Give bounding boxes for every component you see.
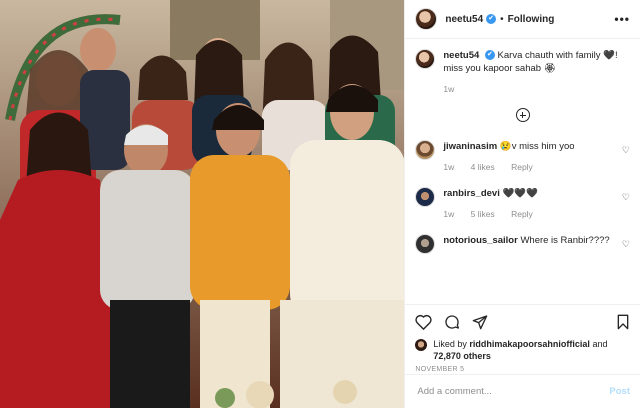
commenter-username[interactable]: notorious_sailor: [443, 235, 517, 246]
post-header: neetu54 ✔ • Following •••: [405, 0, 640, 39]
caption-username[interactable]: neetu54: [443, 50, 479, 61]
comment-meta: 1w 5 likes Reply: [443, 209, 546, 219]
comment-like-heart-icon[interactable]: ♡: [622, 192, 630, 203]
comment-text-block: notorious_sailor Where is Ranbir????: [443, 234, 609, 247]
comment-text: Where is Ranbir????: [520, 235, 610, 246]
verified-badge-icon: ✔: [484, 50, 495, 61]
caption-avatar[interactable]: [415, 49, 436, 69]
heart-icon[interactable]: [415, 314, 433, 330]
comments-area[interactable]: neetu54 ✔ Karva chauth with family 🖤! mi…: [405, 39, 640, 304]
add-comment-bar: Post: [405, 374, 640, 408]
author-username[interactable]: neetu54: [445, 14, 483, 25]
caption-age[interactable]: 1w: [443, 84, 454, 94]
comment-text: 🖤🖤🖤: [502, 188, 539, 199]
comment-age[interactable]: 1w: [443, 209, 454, 219]
share-icon[interactable]: [472, 314, 488, 330]
liker-avatar[interactable]: [415, 339, 428, 351]
post-sidebar: neetu54 ✔ • Following ••• neetu54 ✔ Karv…: [404, 0, 640, 408]
load-more-comments[interactable]: [415, 108, 630, 122]
caption: neetu54 ✔ Karva chauth with family 🖤! mi…: [415, 49, 630, 94]
commenter-username[interactable]: ranbirs_devi: [443, 188, 500, 199]
liker-username[interactable]: riddhimakapoorsahniofficial: [469, 339, 590, 349]
comment-item: jiwaninasim 😢v miss him yoo 1w 4 likes R…: [415, 140, 630, 172]
liked-by-prefix: Liked by: [433, 339, 467, 349]
author-avatar[interactable]: [415, 8, 438, 30]
comment-item: ranbirs_devi 🖤🖤🖤 1w 5 likes Reply ♡: [415, 187, 630, 219]
commenter-avatar[interactable]: [415, 187, 436, 207]
likes-count[interactable]: 72,870 others: [433, 351, 491, 361]
family-photo: [0, 0, 405, 408]
commenter-avatar[interactable]: [415, 234, 436, 254]
comment-text-block: ranbirs_devi 🖤🖤🖤: [443, 187, 546, 200]
post-date[interactable]: NOVEMBER 5: [415, 366, 630, 373]
action-icons: [415, 312, 630, 332]
comment-text: 😢v miss him yoo: [499, 141, 575, 152]
verified-badge-icon: ✔: [486, 14, 497, 24]
comment-item: notorious_sailor Where is Ranbir???? ♡: [415, 234, 630, 254]
reply-button[interactable]: Reply: [511, 209, 533, 219]
liked-by: Liked by riddhimakapoorsahniofficial and…: [415, 338, 630, 362]
comment-meta: 1w 4 likes Reply: [443, 162, 574, 172]
post-actions: Liked by riddhimakapoorsahniofficial and…: [405, 304, 640, 374]
author-info: neetu54 ✔ • Following: [445, 14, 554, 25]
comment-likes[interactable]: 5 likes: [471, 209, 495, 219]
post-photo[interactable]: [0, 0, 405, 408]
following-button[interactable]: Following: [508, 14, 555, 25]
comment-like-heart-icon[interactable]: ♡: [622, 239, 630, 250]
comment-likes[interactable]: 4 likes: [471, 162, 495, 172]
post-comment-button[interactable]: Post: [609, 386, 630, 397]
comment-age[interactable]: 1w: [443, 162, 454, 172]
bookmark-icon[interactable]: [616, 314, 630, 330]
comment-icon[interactable]: [444, 314, 460, 330]
commenter-avatar[interactable]: [415, 140, 436, 160]
load-more-icon[interactable]: [515, 108, 530, 122]
separator-dot: •: [500, 13, 504, 25]
caption-meta: 1w: [443, 84, 630, 94]
comment-like-heart-icon[interactable]: ♡: [622, 145, 630, 156]
caption-text-block: neetu54 ✔ Karva chauth with family 🖤! mi…: [443, 49, 630, 75]
commenter-username[interactable]: jiwaninasim: [443, 141, 497, 152]
liked-by-joiner: and: [592, 339, 608, 349]
comment-text-block: jiwaninasim 😢v miss him yoo: [443, 140, 574, 153]
instagram-post: neetu54 ✔ • Following ••• neetu54 ✔ Karv…: [0, 0, 640, 408]
comment-input[interactable]: [415, 385, 610, 398]
more-options-icon[interactable]: •••: [614, 12, 630, 26]
reply-button[interactable]: Reply: [511, 162, 533, 172]
